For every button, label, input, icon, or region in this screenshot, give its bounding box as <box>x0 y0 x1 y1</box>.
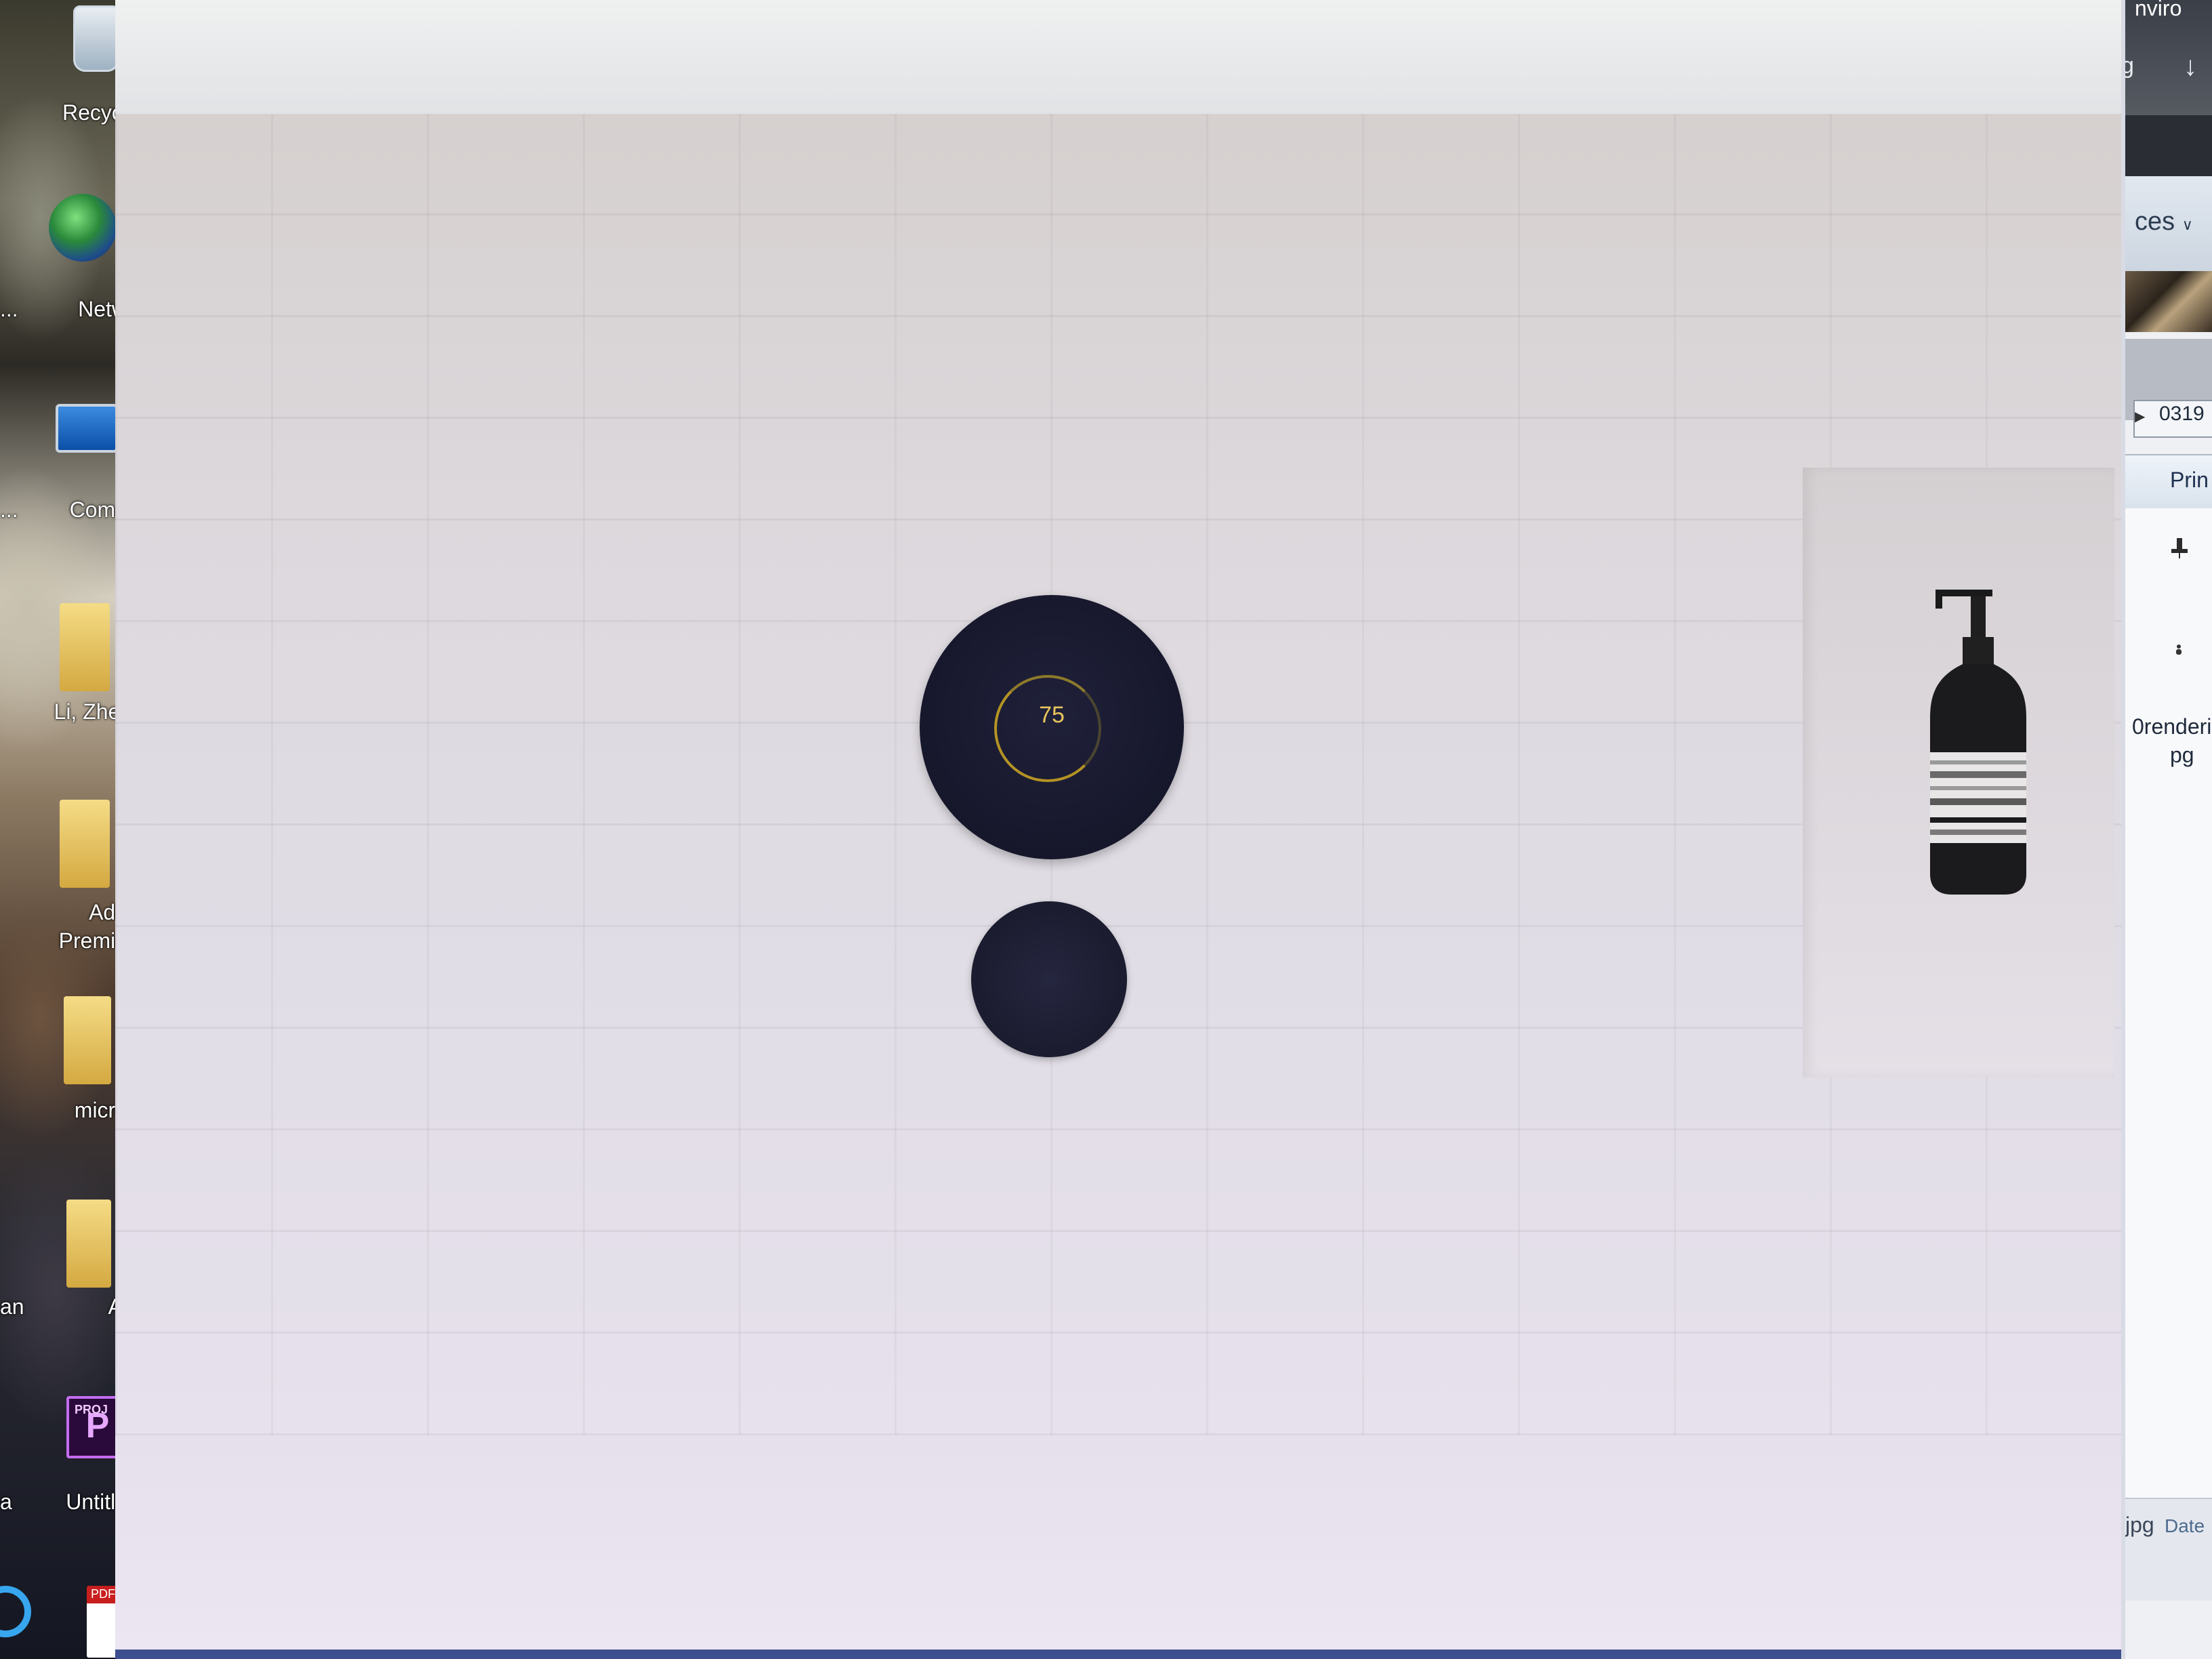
explorer-file-pane <box>2125 508 2212 1593</box>
folder-icon <box>60 800 110 888</box>
desktop-icon-label: micro <box>74 1098 127 1122</box>
details-file-type: jpg <box>2125 1513 2154 1537</box>
file-name-line1[interactable]: 0renderi <box>2132 714 2211 739</box>
soap-bottle-image <box>1930 590 2026 895</box>
desktop-icon-label: Li, Zher <box>54 699 127 724</box>
desktop-icon-label: Comp <box>69 497 127 522</box>
folder-icon <box>60 603 110 691</box>
viewer-title-bar <box>115 0 2121 114</box>
viewer-lower-area <box>115 1435 2121 1659</box>
premiere-badge: PROJ <box>75 1403 108 1416</box>
small-dot-icon <box>2176 644 2182 655</box>
thermostat-dial[interactable]: 75 <box>920 595 1184 859</box>
expand-triangle-icon[interactable]: ▶ <box>2135 408 2145 425</box>
file-explorer-window: nviro g ↓ ces ∨ ▶ 0319 Prin 0renderi pg … <box>2125 0 2212 1659</box>
desktop-icon-label: Recycl <box>62 100 127 125</box>
file-name-line2[interactable]: pg <box>2170 743 2194 768</box>
explorer-back-label: g <box>2125 53 2134 79</box>
computer-icon <box>56 404 118 453</box>
internet-explorer-icon[interactable] <box>0 1586 31 1637</box>
desktop-icon-label: Netw <box>78 297 127 321</box>
explorer-thumbnail-strip <box>2125 271 2212 332</box>
photo-viewer-window: 75 <box>115 0 2125 1659</box>
desktop-icon-label: Al <box>12 1294 127 1319</box>
pdf-badge: PDF <box>91 1587 115 1601</box>
recycle-bin-icon <box>73 5 119 72</box>
desktop-background: Recycl ... Netw ... Comp Li, Zher Ado Pr… <box>0 0 129 1659</box>
print-button[interactable]: Prin <box>2170 468 2209 493</box>
pin-icon[interactable] <box>2169 537 2190 558</box>
desktop-icon-label-line2: Premie <box>58 928 127 953</box>
chevron-down-icon: ∨ <box>2182 216 2193 233</box>
folder-icon <box>66 1200 111 1288</box>
desktop-icon-label: Untitle <box>66 1490 127 1514</box>
explorer-dark-band <box>2125 115 2212 176</box>
folder-icon <box>64 996 111 1084</box>
details-date-label: Date <box>2165 1515 2205 1536</box>
explorer-address-text[interactable]: 0319 <box>2159 403 2205 426</box>
desktop-icon-label: Ado <box>89 900 127 924</box>
taskbar-edge <box>115 1650 2121 1659</box>
thermostat-temperature: 75 <box>1039 702 1065 728</box>
download-arrow-icon[interactable]: ↓ <box>2184 53 2208 80</box>
shower-control-knob[interactable] <box>971 901 1127 1057</box>
explorer-menu-label[interactable]: ces ∨ <box>2135 207 2193 237</box>
thermostat-progress-ring <box>994 675 1101 782</box>
explorer-title-text: nviro <box>2135 0 2182 20</box>
network-globe-icon <box>49 194 117 262</box>
